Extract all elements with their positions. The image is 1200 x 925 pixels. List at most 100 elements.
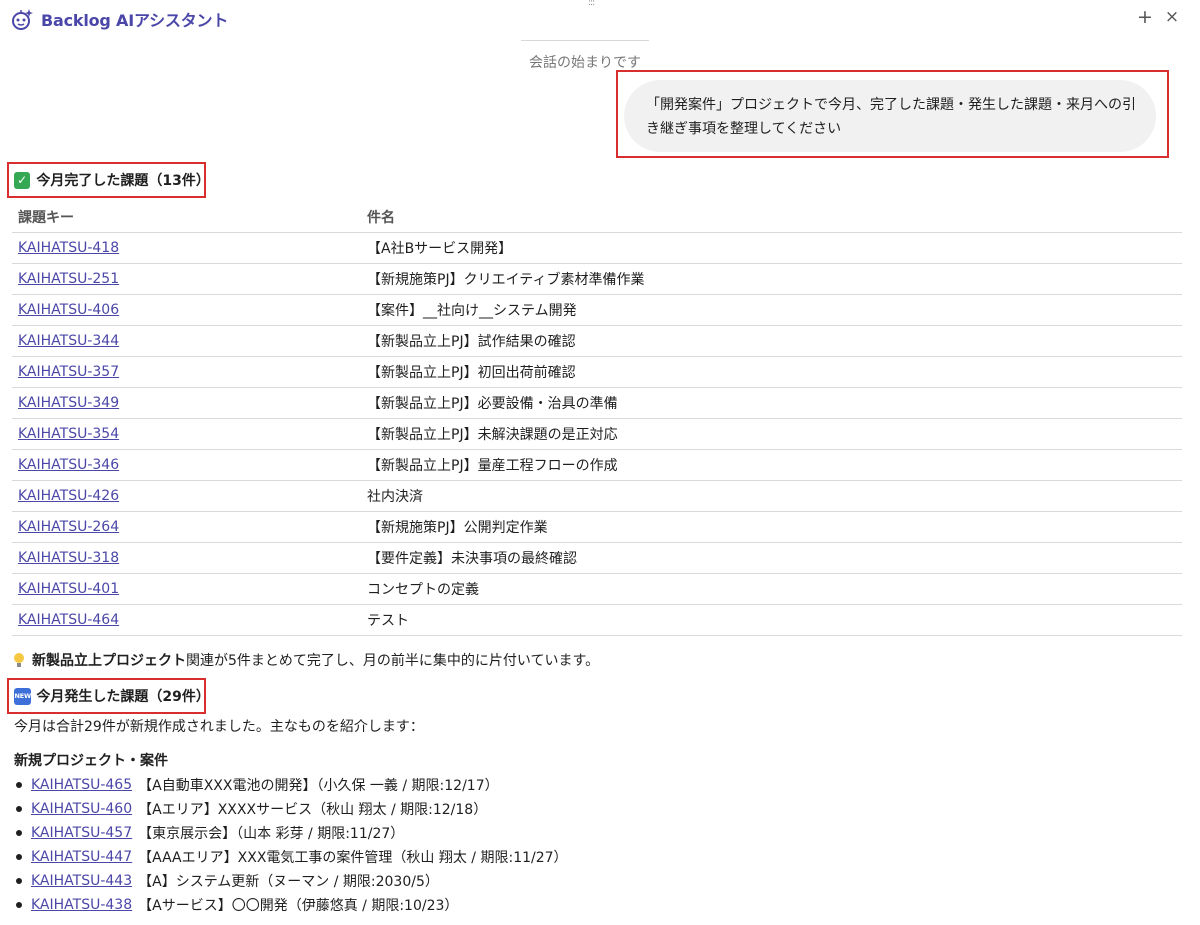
new-badge-icon: NEW [14, 687, 32, 705]
light-bulb-icon [14, 653, 24, 667]
table-cell-key: KAIHATSU-406 [12, 302, 367, 318]
ai-robot-icon [12, 9, 33, 30]
column-header-key: 課題キー [18, 210, 74, 226]
issue-key-link[interactable]: KAIHATSU-460 [31, 801, 132, 817]
bullet-icon [16, 830, 22, 836]
list-item: KAIHATSU-443 【A】システム更新（ヌーマン / 期限:2030/5） [14, 869, 1114, 893]
column-header-name: 件名 [367, 210, 395, 226]
note-text: 関連が5件まとめて完了し、月の前半に集中的に片付いています。 [186, 653, 600, 669]
issue-key-link[interactable]: KAIHATSU-264 [18, 519, 119, 535]
close-button[interactable]: × [1162, 6, 1182, 28]
table-cell-key: KAIHATSU-464 [12, 612, 367, 628]
issue-key-link[interactable]: KAIHATSU-457 [31, 825, 132, 841]
list-item: KAIHATSU-460 【Aエリア】XXXXサービス（秋山 翔太 / 期限:12… [14, 797, 1114, 821]
issue-summary: 【Aエリア】XXXXサービス（秋山 翔太 / 期限:12/18） [138, 802, 488, 818]
table-header: 課題キー 件名 [12, 202, 1182, 233]
issue-name: 【新製品立上PJ】必要設備・治具の準備 [367, 396, 618, 412]
issue-key-link[interactable]: KAIHATSU-401 [18, 581, 119, 597]
issue-key-link[interactable]: KAIHATSU-464 [18, 612, 119, 628]
issue-name: 【新製品立上PJ】量産工程フローの作成 [367, 458, 618, 474]
issue-key-link[interactable]: KAIHATSU-447 [31, 849, 132, 865]
issue-name: 社内決済 [367, 489, 423, 505]
issue-summary: 【東京展示会】（山本 彩芽 / 期限:11/27） [138, 826, 405, 842]
bullet-icon [16, 782, 22, 788]
issue-name: テスト [367, 613, 409, 629]
issue-name: 【新製品立上PJ】未解決課題の是正対応 [367, 427, 618, 443]
table-row: KAIHATSU-318 【要件定義】未決事項の最終確認 [12, 543, 1182, 574]
issue-key-link[interactable]: KAIHATSU-418 [18, 240, 119, 256]
issue-name: 【要件定義】未決事項の最終確認 [367, 551, 577, 567]
table-row: KAIHATSU-406 【案件】__社向け__システム開発 [12, 295, 1182, 326]
issue-summary: 【A自動車XXX電池の開発】（小久保 一義 / 期限:12/17） [138, 778, 499, 794]
note-highlight: 新製品立上プロジェクト [32, 653, 186, 669]
table-cell-key: KAIHATSU-346 [12, 457, 367, 473]
bullet-icon [16, 902, 22, 908]
table-row: KAIHATSU-264 【新規施策PJ】公開判定作業 [12, 512, 1182, 543]
summary-note: 新製品立上プロジェクト 関連が5件まとめて完了し、月の前半に集中的に片付いていま… [14, 650, 599, 670]
table-cell-key: KAIHATSU-418 [12, 240, 367, 256]
bullet-icon [16, 806, 22, 812]
completed-section-heading: ✓ 今月完了した課題（13件） [7, 162, 210, 198]
issue-key-link[interactable]: KAIHATSU-438 [31, 897, 132, 913]
list-item: KAIHATSU-438 【Aサービス】〇〇開発（伊藤悠真 / 期限:10/23） [14, 893, 1114, 917]
list-item: KAIHATSU-465 【A自動車XXX電池の開発】（小久保 一義 / 期限:1… [14, 773, 1114, 797]
completed-heading-text: 今月完了した課題（13件） [36, 173, 210, 189]
table-row: KAIHATSU-426 社内決済 [12, 481, 1182, 512]
issue-key-link[interactable]: KAIHATSU-318 [18, 550, 119, 566]
table-row: KAIHATSU-344 【新製品立上PJ】試作結果の確認 [12, 326, 1182, 357]
table-row: KAIHATSU-357 【新製品立上PJ】初回出荷前確認 [12, 357, 1182, 388]
table-cell-key: KAIHATSU-318 [12, 550, 367, 566]
issue-key-link[interactable]: KAIHATSU-251 [18, 271, 119, 287]
user-message-bubble: 「開発案件」プロジェクトで今月、完了した課題・発生した課題・来月への引き継ぎ事項… [624, 80, 1156, 152]
table-cell-key: KAIHATSU-349 [12, 395, 367, 411]
issue-name: 【新製品立上PJ】試作結果の確認 [367, 334, 576, 350]
issue-name: 【新製品立上PJ】初回出荷前確認 [367, 365, 576, 381]
table-row: KAIHATSU-354 【新製品立上PJ】未解決課題の是正対応 [12, 419, 1182, 450]
created-subheading: 新規プロジェクト・案件 [14, 753, 168, 769]
table-row: KAIHATSU-401 コンセプトの定義 [12, 574, 1182, 605]
table-cell-key: KAIHATSU-251 [12, 271, 367, 287]
issue-key-link[interactable]: KAIHATSU-357 [18, 364, 119, 380]
issue-name: 【新規施策PJ】クリエイティブ素材準備作業 [367, 272, 645, 288]
divider [521, 40, 649, 41]
issue-summary: 【A】システム更新（ヌーマン / 期限:2030/5） [138, 874, 439, 890]
bullet-icon [16, 878, 22, 884]
created-section-heading: NEW 今月発生した課題（29件） [7, 678, 210, 714]
bullet-icon [16, 854, 22, 860]
list-item: KAIHATSU-457 【東京展示会】（山本 彩芽 / 期限:11/27） [14, 821, 1114, 845]
conversation-start-label: 会話の始まりです [529, 55, 641, 71]
issue-key-link[interactable]: KAIHATSU-426 [18, 488, 119, 504]
app-title: Backlog AIアシスタント [41, 11, 229, 30]
table-row: KAIHATSU-464 テスト [12, 605, 1182, 636]
table-cell-key: KAIHATSU-357 [12, 364, 367, 380]
brand: Backlog AIアシスタント [10, 7, 228, 31]
completed-issues-table: 課題キー 件名 KAIHATSU-418 【A社Bサービス開発】 KAIHATSU-… [12, 202, 1182, 636]
issue-key-link[interactable]: KAIHATSU-346 [18, 457, 119, 473]
table-row: KAIHATSU-349 【新製品立上PJ】必要設備・治具の準備 [12, 388, 1182, 419]
new-chat-button[interactable]: + [1135, 6, 1155, 28]
table-row: KAIHATSU-418 【A社Bサービス開発】 [12, 233, 1182, 264]
issue-summary: 【AAAエリア】XXX電気工事の案件管理（秋山 翔太 / 期限:11/27） [138, 850, 568, 866]
table-cell-key: KAIHATSU-354 [12, 426, 367, 442]
table-row: KAIHATSU-346 【新製品立上PJ】量産工程フローの作成 [12, 450, 1182, 481]
created-heading-text: 今月発生した課題（29件） [36, 689, 210, 705]
table-cell-key: KAIHATSU-426 [12, 488, 367, 504]
issue-key-link[interactable]: KAIHATSU-443 [31, 873, 132, 889]
issue-summary: 【Aサービス】〇〇開発（伊藤悠真 / 期限:10/23） [138, 898, 459, 914]
table-cell-key: KAIHATSU-264 [12, 519, 367, 535]
created-issues-list: KAIHATSU-465 【A自動車XXX電池の開発】（小久保 一義 / 期限:1… [14, 773, 1114, 917]
check-mark-icon: ✓ [14, 171, 31, 189]
assistant-header: Backlog AIアシスタント + × [0, 0, 1200, 36]
issue-name: 【新規施策PJ】公開判定作業 [367, 520, 548, 536]
issue-name: コンセプトの定義 [367, 582, 479, 598]
table-cell-key: KAIHATSU-401 [12, 581, 367, 597]
issue-name: 【案件】__社向け__システム開発 [367, 303, 577, 319]
issue-key-link[interactable]: KAIHATSU-349 [18, 395, 119, 411]
table-cell-key: KAIHATSU-344 [12, 333, 367, 349]
issue-key-link[interactable]: KAIHATSU-465 [31, 777, 132, 793]
issue-key-link[interactable]: KAIHATSU-406 [18, 302, 119, 318]
issue-key-link[interactable]: KAIHATSU-344 [18, 333, 119, 349]
table-row: KAIHATSU-251 【新規施策PJ】クリエイティブ素材準備作業 [12, 264, 1182, 295]
list-item: KAIHATSU-447 【AAAエリア】XXX電気工事の案件管理（秋山 翔太 /… [14, 845, 1114, 869]
issue-key-link[interactable]: KAIHATSU-354 [18, 426, 119, 442]
